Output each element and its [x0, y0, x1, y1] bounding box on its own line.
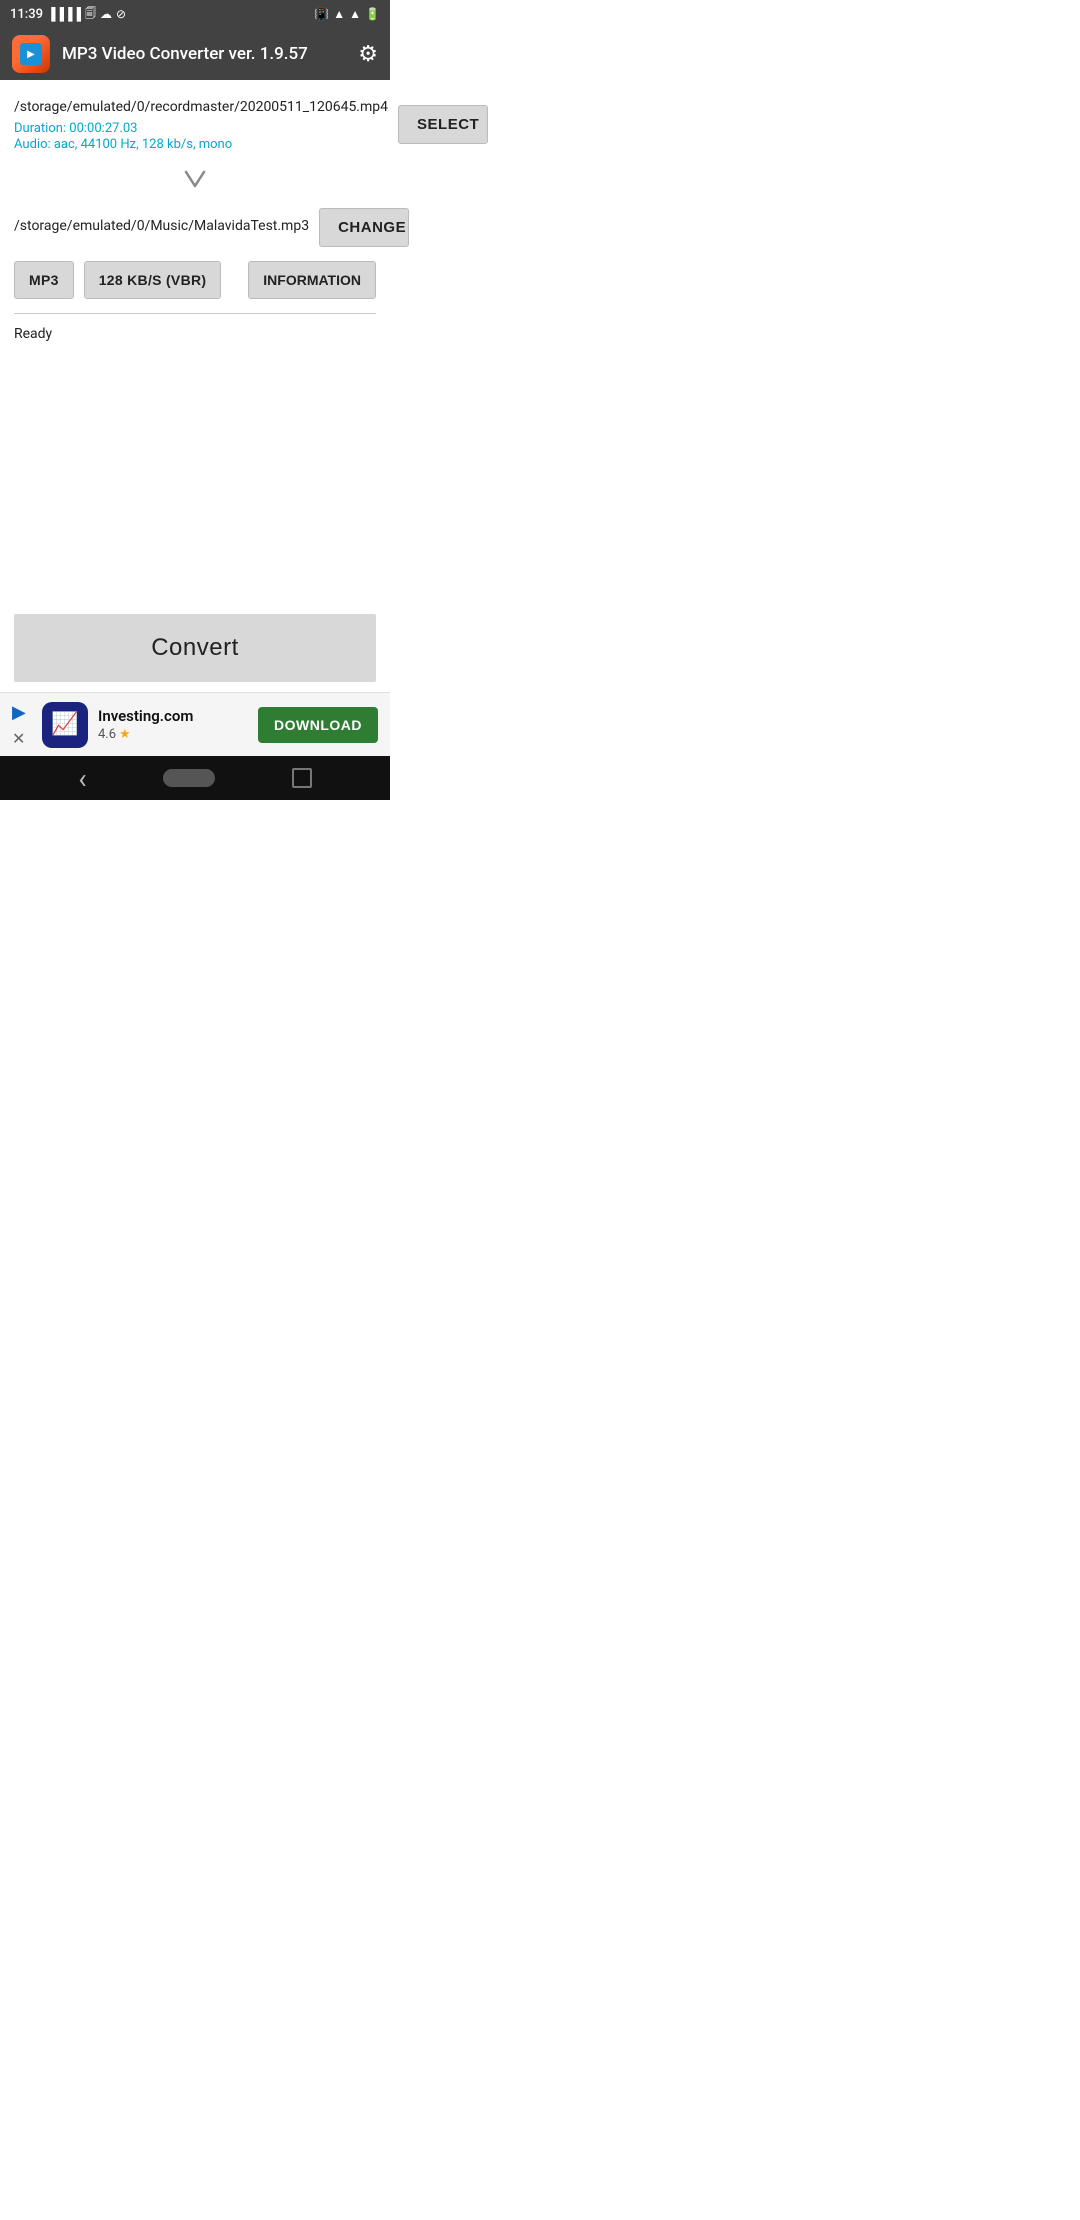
app-icon-inner [20, 43, 42, 65]
status-bar: 11:39 ▐▐▐▐ 🗐 ☁ ⊘ 📳 ▲ ▲ 🔋 [0, 0, 390, 28]
down-arrow-svg [180, 164, 210, 194]
nav-bar: ‹ [0, 756, 390, 800]
convert-button[interactable]: Convert [14, 614, 376, 682]
input-file-audio: Audio: aac, 44100 Hz, 128 kb/s, mono [14, 137, 388, 152]
home-button[interactable] [163, 769, 215, 787]
input-file-info: /storage/emulated/0/recordmaster/2020051… [14, 98, 398, 152]
spacer [14, 346, 376, 614]
ad-rating: 4.6 ★ [98, 727, 248, 742]
ad-play-icon: ▶ [12, 702, 32, 723]
status-time: 11:39 [10, 7, 43, 22]
info-button[interactable]: INFORMATION [248, 261, 376, 299]
ad-close-icon[interactable]: ✕ [12, 729, 32, 748]
bitrate-button[interactable]: 128 KB/S (VBR) [84, 261, 222, 299]
output-file-row: /storage/emulated/0/Music/MalavidaTest.m… [14, 208, 376, 247]
app-bar: MP3 Video Converter ver. 1.9.57 ⚙ [0, 28, 390, 80]
app-title: MP3 Video Converter ver. 1.9.57 [62, 44, 346, 64]
ad-star-icon: ★ [119, 727, 131, 742]
ad-app-logo: 📈 [51, 712, 78, 737]
arrow-down-icon [14, 156, 376, 208]
dnd-icon: ⊘ [116, 7, 126, 21]
input-file-duration: Duration: 00:00:27.03 [14, 121, 388, 136]
input-file-row: /storage/emulated/0/recordmaster/2020051… [14, 98, 376, 152]
notification-icon: 🗐 [85, 5, 96, 24]
output-file-path: /storage/emulated/0/Music/MalavidaTest.m… [14, 217, 319, 237]
vibrate-icon: 📳 [314, 7, 329, 21]
recents-button[interactable] [292, 768, 312, 788]
ad-download-button[interactable]: DOWNLOAD [258, 707, 378, 743]
format-button[interactable]: MP3 [14, 261, 74, 299]
ad-rating-value: 4.6 [98, 727, 116, 742]
ad-text: Investing.com 4.6 ★ [98, 707, 248, 742]
input-file-path: /storage/emulated/0/recordmaster/2020051… [14, 98, 388, 118]
select-button[interactable]: SELECT [398, 105, 488, 144]
cloud-icon: ☁ [100, 7, 112, 21]
signal-strength-icon: ▲ [349, 7, 361, 21]
wifi-icon: ▲ [333, 7, 345, 21]
settings-icon[interactable]: ⚙ [358, 42, 378, 67]
divider [14, 313, 376, 314]
change-button[interactable]: CHANGE [319, 208, 409, 247]
signal-icon: ▐▐▐▐ [47, 7, 81, 21]
ad-app-name: Investing.com [98, 707, 248, 725]
status-text: Ready [14, 322, 376, 346]
ad-banner: ▶ ✕ 📈 Investing.com 4.6 ★ DOWNLOAD [0, 692, 390, 756]
back-button[interactable]: ‹ [78, 762, 86, 795]
ad-app-icon: 📈 [42, 702, 88, 748]
battery-icon: 🔋 [365, 7, 380, 21]
main-content: /storage/emulated/0/recordmaster/2020051… [0, 80, 390, 692]
format-row: MP3 128 KB/S (VBR) INFORMATION [14, 261, 376, 299]
app-icon [12, 35, 50, 73]
